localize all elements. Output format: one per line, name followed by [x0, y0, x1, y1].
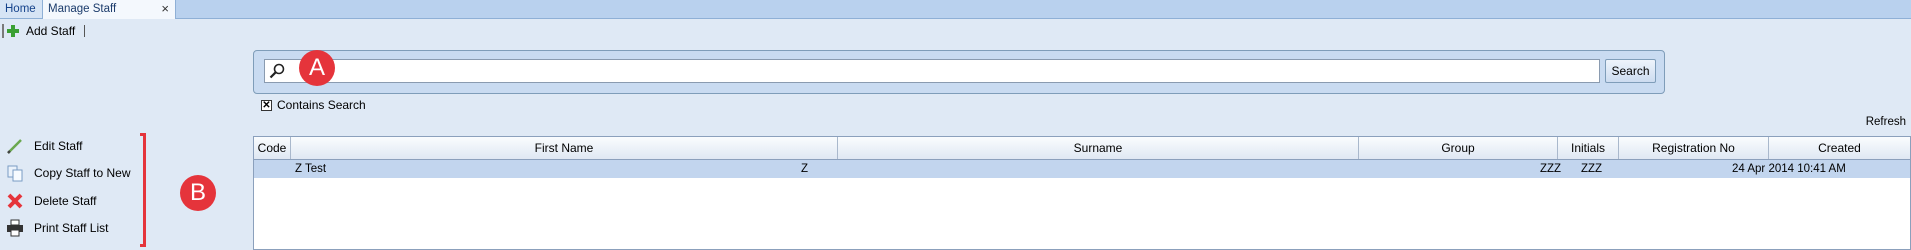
column-header-registration-no[interactable]: Registration No [1619, 137, 1769, 159]
tab-manage-staff[interactable]: Manage Staff × [43, 0, 176, 19]
search-input[interactable] [264, 59, 1600, 83]
copy-staff-label: Copy Staff to New [34, 166, 131, 180]
printer-icon [7, 219, 23, 237]
annotation-bracket [140, 133, 146, 247]
annotation-badge-a: A [299, 50, 335, 86]
delete-staff-button[interactable]: Delete Staff [6, 191, 96, 211]
contains-search-checkbox[interactable]: ✕ [261, 99, 272, 111]
refresh-link[interactable]: Refresh [1866, 116, 1906, 128]
toolbar-separator [84, 25, 85, 37]
column-header-code[interactable]: Code [254, 137, 291, 159]
contains-search-label: Contains Search [277, 98, 366, 112]
search-panel: Search [253, 50, 1665, 94]
edit-staff-button[interactable]: Edit Staff [6, 136, 82, 156]
contains-search-option[interactable]: ✕ Contains Search [261, 98, 366, 112]
delete-x-icon [7, 193, 23, 209]
delete-staff-label: Delete Staff [34, 194, 97, 208]
tab-manage-staff-label: Manage Staff [48, 3, 117, 15]
table-row[interactable]: Z Test Z ZZZ ZZZ 24 Apr 2014 10:41 AM [254, 160, 1910, 178]
column-header-first-name[interactable]: First Name [291, 137, 838, 159]
copy-icon [7, 165, 23, 182]
copy-staff-button[interactable]: Copy Staff to New [6, 163, 131, 183]
close-icon[interactable]: × [161, 0, 169, 18]
add-staff-label: Add Staff [26, 24, 76, 38]
edit-staff-label: Edit Staff [34, 139, 83, 153]
print-staff-list-label: Print Staff List [34, 221, 109, 235]
add-staff-button[interactable]: Add Staff [2, 22, 75, 40]
tab-home[interactable]: Home [0, 0, 43, 18]
add-icon [2, 24, 19, 38]
annotation-badge-b: B [180, 175, 216, 211]
search-icon [269, 63, 285, 79]
cell-surname: Z [801, 163, 809, 175]
cell-registration-no: ZZZ [1581, 163, 1603, 175]
print-staff-list-button[interactable]: Print Staff List [6, 218, 108, 238]
cell-created: 24 Apr 2014 10:41 AM [1732, 163, 1846, 175]
tab-strip: Home Manage Staff × [0, 0, 1911, 19]
column-header-initials[interactable]: Initials [1558, 137, 1619, 159]
tab-home-label: Home [5, 3, 36, 15]
search-button[interactable]: Search [1605, 59, 1656, 83]
cell-code [254, 160, 291, 178]
column-header-surname[interactable]: Surname [838, 137, 1359, 159]
column-header-created[interactable]: Created [1769, 137, 1910, 159]
cell-initials: ZZZ [1540, 163, 1562, 175]
cell-first-name: Z Test [295, 163, 327, 175]
grid-header: Code First Name Surname Group Initials R… [254, 137, 1910, 160]
staff-grid: Code First Name Surname Group Initials R… [253, 136, 1911, 250]
pencil-icon [7, 139, 22, 154]
column-header-group[interactable]: Group [1359, 137, 1558, 159]
